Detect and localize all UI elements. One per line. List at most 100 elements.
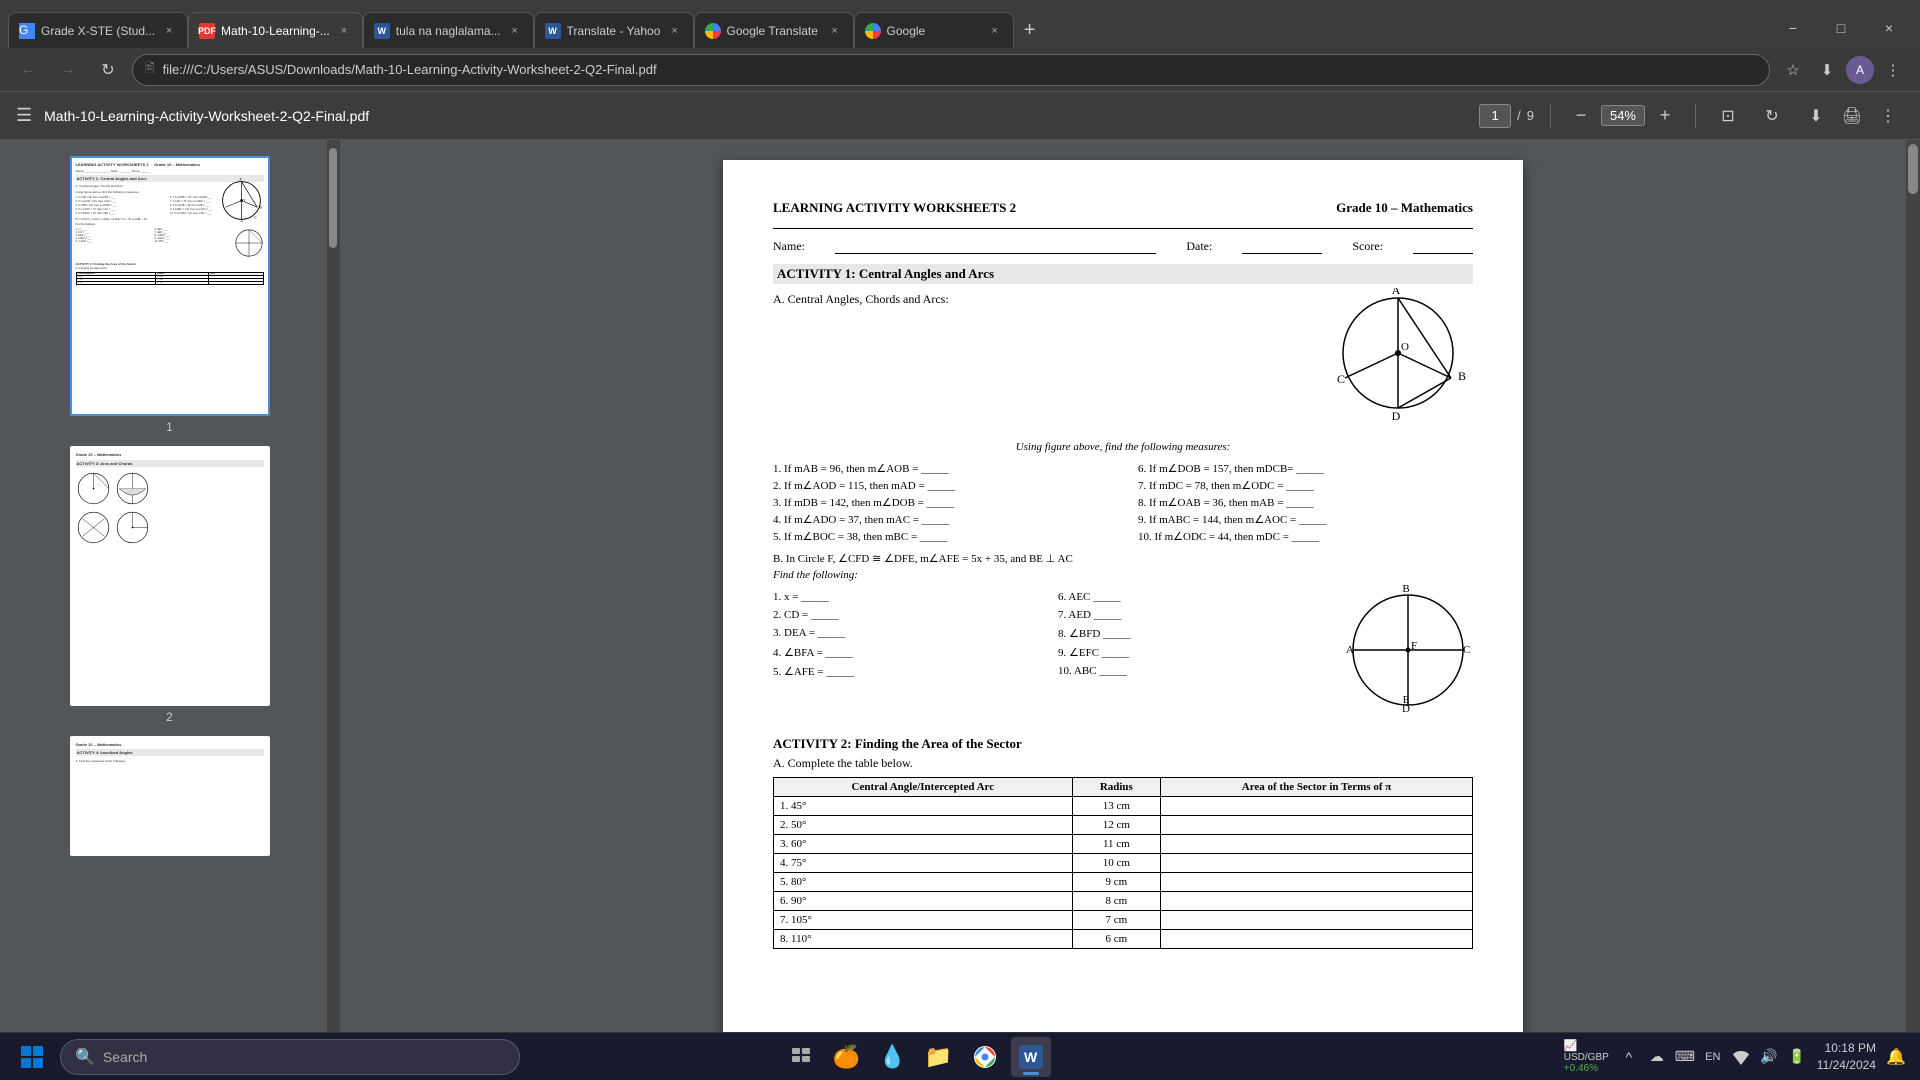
forward-button[interactable]: →: [52, 54, 84, 86]
more-options-icon[interactable]: ⋮: [1878, 55, 1908, 85]
zoom-in-button[interactable]: +: [1651, 102, 1679, 130]
keyboard-icon[interactable]: ⌨: [1673, 1045, 1697, 1069]
tab5-close[interactable]: ×: [827, 23, 843, 39]
thumb-num-2: 2: [166, 710, 173, 724]
new-tab-button[interactable]: +: [1014, 14, 1046, 46]
volume-icon[interactable]: 🔊: [1757, 1045, 1781, 1069]
thumbnail-page-1[interactable]: LEARNING ACTIVITY WORKSHEETS 2 Grade 10 …: [70, 156, 270, 416]
pdf-scrollbar[interactable]: [1906, 140, 1920, 1032]
presentation-mode-button[interactable]: ⊡: [1712, 100, 1744, 132]
activity1b-label: B. In Circle F, ∠CFD ≅ ∠DFE, m∠AFE = 5x …: [773, 552, 1473, 565]
url-text: file:///C:/Users/ASUS/Downloads/Math-10-…: [163, 62, 1757, 77]
table-header: Central Angle/Intercepted Arc Radius Are…: [774, 778, 1473, 797]
row2-area: [1161, 816, 1473, 835]
svg-text:A: A: [1346, 644, 1354, 656]
thumbnail-2[interactable]: Grade 10 – Mathematics ACTIVITY 3: Arcs …: [8, 446, 331, 724]
row8-num: 8. 110°: [774, 930, 1073, 949]
thumb-num-1: 1: [166, 420, 173, 434]
table-row: 7. 105° 7 cm: [774, 911, 1473, 930]
stock-widget[interactable]: 📈 USD/GBP +0.46%: [1564, 1039, 1609, 1074]
table-row: 2. 50° 12 cm: [774, 816, 1473, 835]
thumbnail-1[interactable]: LEARNING ACTIVITY WORKSHEETS 2 Grade 10 …: [8, 156, 331, 434]
taskbar-files-icon[interactable]: 💧: [873, 1037, 913, 1077]
system-tray: 📈 USD/GBP +0.46% ^ ☁ ⌨ EN 🔊 🔋 10:18 PM: [1564, 1039, 1908, 1074]
pdf-scroll-thumb[interactable]: [1908, 144, 1918, 194]
tab1-close[interactable]: ×: [161, 23, 177, 39]
browser-frame: G Grade X-STE (Stud... × PDF Math-10-Lea…: [0, 0, 1920, 1080]
minimize-button[interactable]: −: [1770, 12, 1816, 44]
rotate-button[interactable]: ↻: [1756, 100, 1788, 132]
current-date: 11/24/2024: [1817, 1057, 1876, 1074]
task-view-button[interactable]: [781, 1037, 821, 1077]
table-row: 4. 75° 10 cm: [774, 854, 1473, 873]
download-icon[interactable]: ⬇: [1812, 55, 1842, 85]
download-pdf-button[interactable]: ⬇: [1800, 100, 1832, 132]
activity1-sublabel: A. Central Angles, Chords and Arcs:: [773, 292, 1293, 307]
tab-translate-yahoo[interactable]: W Translate - Yahoo ×: [534, 12, 694, 48]
tab6-close[interactable]: ×: [987, 23, 1003, 39]
wifi-icon[interactable]: [1729, 1045, 1753, 1069]
tab-google[interactable]: Google ×: [854, 12, 1014, 48]
tab-tula[interactable]: W tula na naglalama... ×: [363, 12, 534, 48]
profile-avatar[interactable]: A: [1846, 56, 1874, 84]
tab3-title: tula na naglalama...: [396, 24, 501, 38]
chevron-up-icon[interactable]: ^: [1617, 1045, 1641, 1069]
tab2-close[interactable]: ×: [336, 23, 352, 39]
window-close-button[interactable]: ×: [1866, 12, 1912, 44]
hamburger-menu[interactable]: ☰: [16, 105, 32, 126]
taskbar-word-icon[interactable]: W: [1011, 1037, 1051, 1077]
page-number-input[interactable]: [1479, 104, 1511, 128]
f3: 3. DEA = _____: [773, 627, 1038, 640]
toolbar-divider2: [1695, 104, 1696, 128]
tab3-close[interactable]: ×: [507, 23, 523, 39]
zoom-level[interactable]: 54%: [1601, 105, 1645, 126]
search-bar[interactable]: 🔍 Search: [60, 1039, 520, 1075]
pdf-title: Math-10-Learning-Activity-Worksheet-2-Q2…: [44, 108, 1467, 124]
back-button[interactable]: ←: [12, 54, 44, 86]
start-button[interactable]: [12, 1037, 52, 1077]
tab4-close[interactable]: ×: [667, 23, 683, 39]
main-area: LEARNING ACTIVITY WORKSHEETS 2 Grade 10 …: [0, 140, 1920, 1032]
row8-area: [1161, 930, 1473, 949]
taskbar-chrome-icon[interactable]: [965, 1037, 1005, 1077]
sidebar-scrollbar[interactable]: [327, 140, 339, 1032]
activity1-content: A. Central Angles, Chords and Arcs:: [773, 288, 1473, 433]
thumb-content-2: Grade 10 – Mathematics ACTIVITY 3: Arcs …: [72, 448, 268, 704]
url-bar[interactable]: 🖹 file:///C:/Users/ASUS/Downloads/Math-1…: [132, 54, 1770, 86]
zoom-out-button[interactable]: −: [1567, 102, 1595, 130]
zoom-controls: − 54% +: [1567, 102, 1679, 130]
taskbar-app-icons[interactable]: 🍊: [827, 1037, 867, 1077]
thumb-content-1: LEARNING ACTIVITY WORKSHEETS 2 Grade 10 …: [72, 158, 268, 414]
svg-text:E: E: [1403, 694, 1410, 706]
refresh-button[interactable]: ↻: [92, 54, 124, 86]
search-placeholder: Search: [103, 1049, 147, 1065]
more-pdf-options[interactable]: ⋮: [1872, 100, 1904, 132]
q8: 8. If m∠OAB = 36, then mAB = _____: [1138, 496, 1473, 509]
maximize-button[interactable]: □: [1818, 12, 1864, 44]
pdf-page: LEARNING ACTIVITY WORKSHEETS 2 Grade 10 …: [723, 160, 1523, 1032]
notification-icon[interactable]: 🔔: [1884, 1045, 1908, 1069]
sidebar-scroll-thumb[interactable]: [329, 148, 337, 248]
row2-radius: 12 cm: [1072, 816, 1160, 835]
battery-icon[interactable]: 🔋: [1785, 1045, 1809, 1069]
print-button[interactable]: 🖨: [1836, 100, 1868, 132]
page-total: 9: [1527, 108, 1534, 123]
tab-math10[interactable]: PDF Math-10-Learning-... ×: [188, 12, 363, 48]
q5: 5. If m∠BOC = 38, then mBC = _____: [773, 530, 1108, 543]
taskbar-folder-icon[interactable]: 📁: [919, 1037, 959, 1077]
row7-area: [1161, 911, 1473, 930]
thumbnail-page-3[interactable]: Grade 10 – Mathematics ACTIVITY 4: Inscr…: [70, 736, 270, 856]
row1-area: [1161, 797, 1473, 816]
pdf-main-content: LEARNING ACTIVITY WORKSHEETS 2 Grade 10 …: [340, 140, 1906, 1032]
thumb-content-3: Grade 10 – Mathematics ACTIVITY 4: Inscr…: [72, 738, 268, 854]
find-section: 1. x = _____ 6. AEC _____ 2. CD = _____ …: [773, 585, 1473, 720]
bookmark-icon[interactable]: ☆: [1778, 55, 1808, 85]
window-controls: − □ ×: [1770, 12, 1920, 48]
thumbnail-3[interactable]: Grade 10 – Mathematics ACTIVITY 4: Inscr…: [8, 736, 331, 856]
cloud-icon[interactable]: ☁: [1645, 1045, 1669, 1069]
time-display[interactable]: 10:18 PM 11/24/2024: [1817, 1040, 1876, 1074]
language-icon[interactable]: EN: [1701, 1045, 1725, 1069]
tab-grade-ste[interactable]: G Grade X-STE (Stud... ×: [8, 12, 188, 48]
thumbnail-page-2[interactable]: Grade 10 – Mathematics ACTIVITY 3: Arcs …: [70, 446, 270, 706]
tab-google-translate[interactable]: Google Translate ×: [694, 12, 854, 48]
